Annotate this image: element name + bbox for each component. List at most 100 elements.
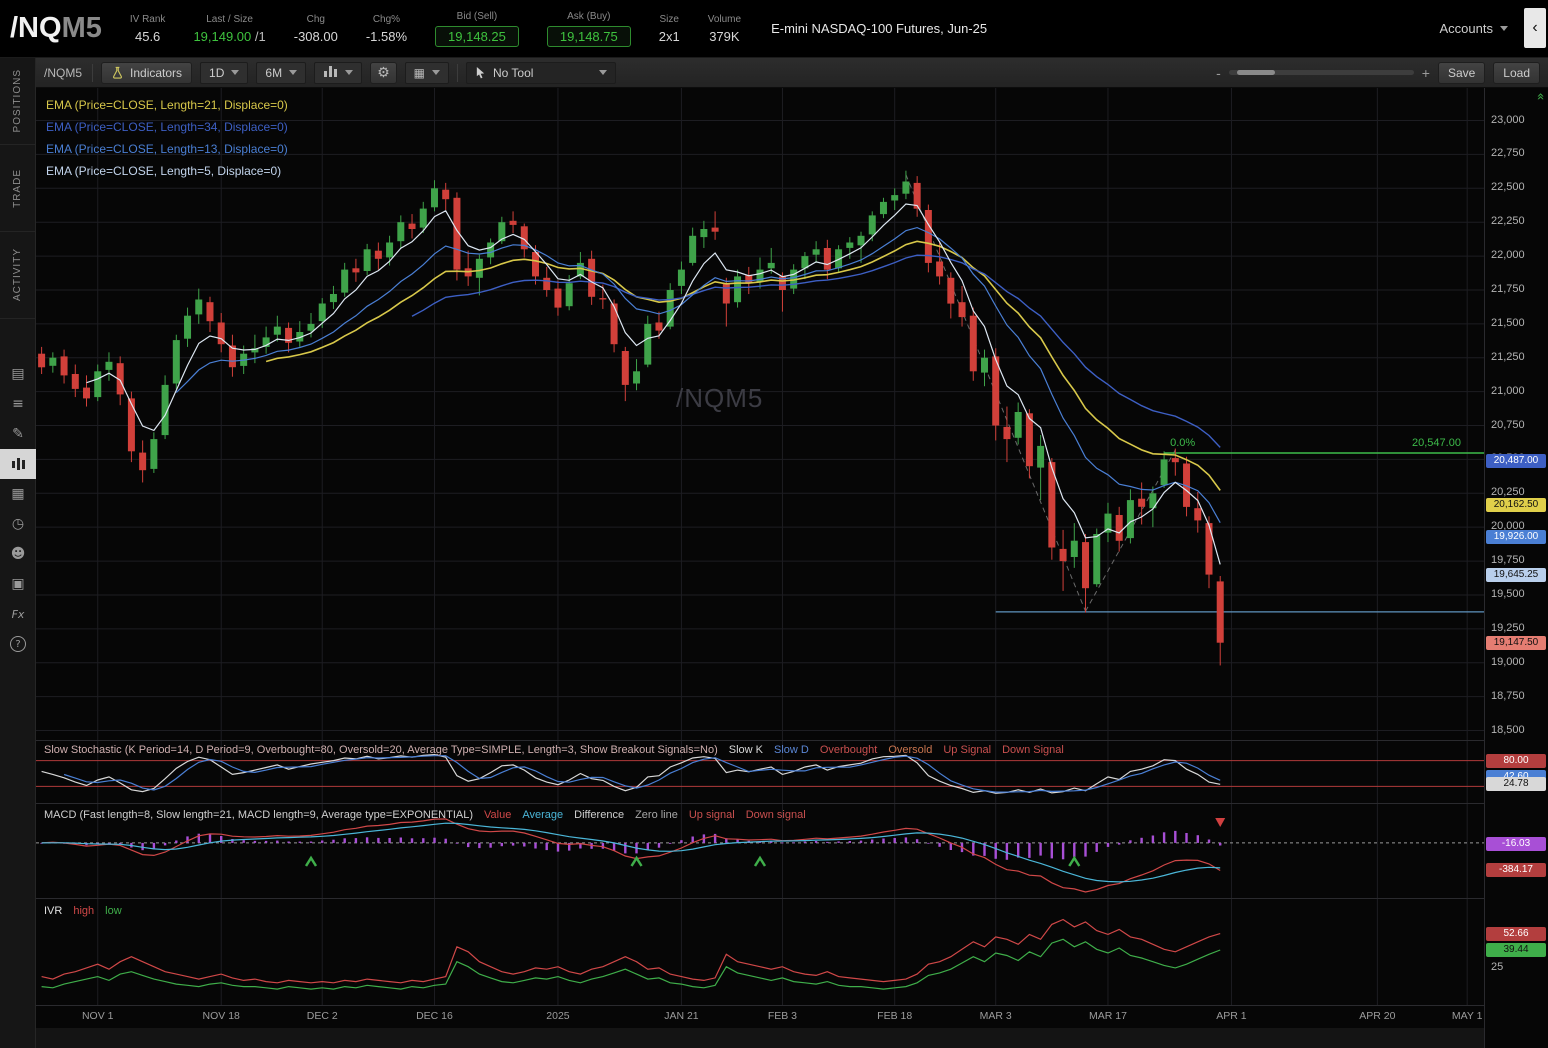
ask-label: Ask (Buy) [567,11,610,22]
watchlist-icon[interactable]: ▤ [0,359,36,389]
time-axis-label: NOV 1 [82,1010,114,1022]
bottom-strip [36,1028,1548,1048]
price-axis-label: 22,000 [1491,249,1525,261]
price-axis-label: 19,500 [1491,588,1525,600]
legend-item: high [73,905,94,917]
symbol-title: /NQM5 [10,12,102,45]
range-dropdown[interactable]: 6M [256,62,306,84]
time-axis-label: DEC 2 [307,1010,338,1022]
time-axis-label: DEC 16 [416,1010,453,1022]
chart-canvas-region[interactable]: EMA (Price=CLOSE, Length=21, Displace=0)… [36,88,1484,1048]
ivr-panel-canvas[interactable] [36,898,1484,1005]
fx-icon[interactable]: Fx [0,599,36,629]
drawing-tool-dropdown[interactable]: No Tool [466,62,616,84]
indicators-button[interactable]: Indicators [101,62,192,84]
sidebar-tab-positions[interactable]: POSITIONS [0,58,35,145]
chg-pct-value: -1.58% [366,29,407,44]
last-value: 19,149.00 [193,29,251,44]
ema-legend-row: EMA (Price=CLOSE, Length=21, Displace=0) [46,94,288,116]
price-axis-label: 21,250 [1491,351,1525,363]
symbol-watermark: /NQM5 [676,383,763,414]
price-axis-label: 22,750 [1491,147,1525,159]
axis-value-bubble: 20,162.50 [1486,498,1546,512]
ask-button[interactable]: 19,148.75 [547,26,631,47]
legend-item: Oversold [888,744,932,756]
list-icon[interactable]: ≡ [0,389,36,419]
help-icon[interactable]: ? [0,629,36,659]
ask-stat: Ask (Buy) 19,148.75 [547,11,631,47]
clock-icon[interactable]: ◷ [0,509,36,539]
box-icon[interactable]: ▣ [0,569,36,599]
quote-header: /NQM5 IV Rank 45.6 Last / Size 19,149.00… [0,0,1548,58]
price-axis-label: 18,500 [1491,724,1525,736]
zoom-in-button[interactable]: + [1422,65,1430,81]
time-axis[interactable]: NOV 1NOV 18DEC 2DEC 162025JAN 21FEB 3FEB… [36,1005,1484,1028]
iv-rank-label: IV Rank [130,14,166,25]
price-axis-label: 18,750 [1491,690,1525,702]
macd-title: MACD (Fast length=8, Slow length=21, MAC… [44,809,473,821]
axis-value-bubble: 52.66 [1486,927,1546,941]
chg-stat: Chg -308.00 [294,14,338,44]
notes-icon[interactable]: ✎ [0,419,36,449]
chart-layout-dropdown[interactable]: ▦ [405,62,449,84]
price-axis-label: 19,250 [1491,622,1525,634]
bar-chart-icon [323,66,338,80]
chart-icon[interactable] [0,449,36,479]
chevron-down-icon [231,70,239,75]
last-size: /1 [255,29,266,44]
legend-item: Overbought [820,744,877,756]
zoom-slider-handle[interactable] [1237,70,1275,75]
fib-price-label: 20,547.00 [1412,437,1461,449]
legend-item: Slow K [729,744,763,756]
zoom-slider[interactable] [1229,70,1414,75]
legend-item: Down Signal [1002,744,1064,756]
time-axis-label: APR 20 [1359,1010,1395,1022]
legend-item: Value [484,809,511,821]
collapse-panel-button[interactable]: ‹ [1524,8,1546,48]
iv-rank-value: 45.6 [135,29,160,44]
size-value: 2x1 [659,29,680,44]
sidebar-tab-activity[interactable]: ACTIVITY [0,232,35,319]
volume-value: 379K [709,29,739,44]
volume-stat: Volume 379K [708,14,741,44]
price-axis-label: 21,750 [1491,283,1525,295]
toolbar-separator [457,64,458,82]
time-axis-label: MAR 17 [1089,1010,1127,1022]
chevron-left-icon: ‹ [1532,19,1537,37]
ivr-axis-label: 25 [1491,961,1503,973]
accounts-dropdown[interactable]: Accounts [1440,21,1508,36]
zoom-out-button[interactable]: - [1216,65,1221,81]
legend-item: Average [522,809,563,821]
apps-grid-icon[interactable]: ▦ [0,479,36,509]
panel-separator [36,803,1548,804]
sidebar-icon-rail: ▤≡✎ ▦◷☻▣Fx? [0,359,35,659]
load-button[interactable]: Load [1493,62,1540,84]
gear-icon: ⚙ [377,65,390,81]
bid-stat: Bid (Sell) 19,148.25 [435,11,519,47]
jump-to-latest-icon[interactable]: » [1534,93,1548,101]
sidebar-tab-trade[interactable]: TRADE [0,145,35,232]
time-axis-label: MAY 1 [1452,1010,1483,1022]
people-icon[interactable]: ☻ [0,539,36,569]
price-axis-label: 21,500 [1491,317,1525,329]
size-stat: Size 2x1 [659,14,680,44]
legend-item: Up Signal [943,744,991,756]
legend-item: low [105,905,122,917]
chart-settings-button[interactable]: ⚙ [370,62,397,84]
chg-pct-label: Chg% [373,14,400,25]
toolbar-separator [92,64,93,82]
stochastic-label-row: Slow Stochastic (K Period=14, D Period=9… [44,744,1064,756]
chevron-down-icon [432,70,440,75]
price-axis[interactable]: » 23,00022,75022,50022,25022,00021,75021… [1484,88,1548,1048]
timeframe-dropdown[interactable]: 1D [200,62,248,84]
legend-item: Up signal [689,809,735,821]
time-axis-label: MAR 3 [980,1010,1012,1022]
bid-button[interactable]: 19,148.25 [435,26,519,47]
cursor-icon [475,66,486,79]
time-axis-label: FEB 18 [877,1010,912,1022]
chevron-down-icon [289,70,297,75]
macd-label-row: MACD (Fast length=8, Slow length=21, MAC… [44,809,806,821]
price-chart-canvas[interactable] [36,88,1484,740]
save-button[interactable]: Save [1438,62,1485,84]
chart-type-dropdown[interactable] [314,62,362,84]
